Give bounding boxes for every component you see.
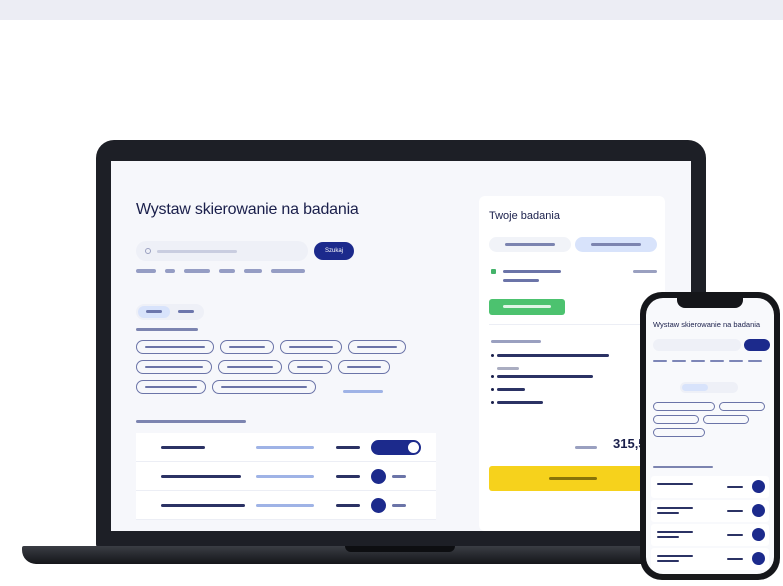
category-chip[interactable] (288, 360, 332, 374)
category-chip[interactable] (220, 340, 274, 354)
phone-search-button[interactable] (744, 339, 770, 351)
summary-title: Twoje badania (489, 210, 560, 222)
tests-list (136, 433, 436, 520)
laptop-notch (345, 546, 455, 552)
package-icon (491, 269, 496, 274)
category-chip[interactable] (703, 415, 749, 424)
phone-search-input[interactable] (653, 339, 741, 351)
filter-link[interactable] (271, 269, 305, 273)
test-row (136, 462, 436, 491)
add-button[interactable] (752, 552, 765, 565)
category-chip[interactable] (212, 380, 316, 394)
filter-link[interactable] (219, 269, 235, 273)
filter-link[interactable] (165, 269, 175, 273)
show-more-link[interactable] (343, 390, 383, 393)
search-button[interactable]: Szukaj (314, 242, 354, 260)
chips-label (136, 328, 198, 331)
status-button[interactable] (489, 299, 565, 315)
add-button[interactable] (752, 480, 765, 493)
test-name (161, 474, 256, 478)
test-price (336, 503, 371, 507)
add-label (392, 474, 406, 478)
phone-page-title: Wystaw skierowanie na badania (653, 320, 761, 329)
category-chip[interactable] (136, 380, 206, 394)
total-label (575, 446, 597, 449)
test-details-link[interactable] (256, 474, 336, 478)
summary-tab[interactable] (489, 237, 571, 252)
filter-links (136, 269, 305, 273)
test-price (336, 445, 371, 449)
test-details-link[interactable] (256, 503, 336, 507)
show-more-link[interactable] (709, 428, 749, 437)
phone-category-chips (653, 402, 769, 437)
category-chip[interactable] (136, 340, 214, 354)
add-button[interactable] (752, 528, 765, 541)
phone-filter-links (653, 360, 762, 362)
test-name (161, 445, 256, 449)
test-details-link[interactable] (256, 445, 336, 449)
package-price (633, 270, 657, 273)
test-row (136, 433, 436, 462)
segmented-control (136, 304, 204, 320)
phone-tests-label (653, 466, 713, 468)
category-chip[interactable] (348, 340, 406, 354)
add-button[interactable] (752, 504, 765, 517)
test-price (336, 474, 371, 478)
top-band (0, 0, 783, 20)
phone-tests-list (651, 476, 769, 572)
category-chips (136, 340, 421, 394)
test-row (136, 491, 436, 520)
divider (489, 324, 655, 325)
segment-option[interactable] (170, 306, 202, 318)
search-input[interactable] (136, 241, 308, 261)
page: Wystaw skierowanie na badania Szukaj Two… (0, 0, 783, 586)
tests-section-label (136, 420, 246, 423)
test-row (651, 548, 769, 570)
issue-referral-button[interactable] (489, 466, 657, 491)
add-button[interactable] (371, 497, 386, 513)
selected-tests-label (491, 340, 541, 343)
category-chip[interactable] (653, 428, 705, 437)
summary-tabs (489, 237, 657, 252)
category-chip[interactable] (653, 402, 715, 411)
category-chip[interactable] (136, 360, 212, 374)
category-chip[interactable] (338, 360, 390, 374)
added-toggle[interactable] (371, 439, 421, 455)
segment-option[interactable] (138, 306, 170, 318)
category-chip[interactable] (280, 340, 342, 354)
filter-link[interactable] (244, 269, 262, 273)
check-icon (408, 441, 419, 453)
add-label (392, 503, 406, 507)
test-name (161, 503, 256, 507)
summary-panel: Twoje badania 315,5 (479, 196, 665, 531)
summary-tab[interactable] (575, 237, 657, 252)
search-row: Szukaj (136, 241, 354, 261)
filter-link[interactable] (136, 269, 156, 273)
test-row (651, 524, 769, 546)
phone-segmented-control[interactable] (680, 382, 738, 393)
category-chip[interactable] (218, 360, 282, 374)
test-row (651, 476, 769, 498)
filter-link[interactable] (184, 269, 210, 273)
phone-screen: Wystaw skierowanie na badania (646, 298, 774, 574)
add-button[interactable] (371, 468, 386, 484)
category-chip[interactable] (719, 402, 765, 411)
phone-notch (677, 298, 743, 308)
search-placeholder (157, 249, 237, 253)
test-row (651, 500, 769, 522)
category-chip[interactable] (653, 415, 699, 424)
search-icon (145, 248, 151, 254)
laptop-screen: Wystaw skierowanie na badania Szukaj Two… (111, 161, 691, 531)
page-title: Wystaw skierowanie na badania (136, 201, 359, 218)
